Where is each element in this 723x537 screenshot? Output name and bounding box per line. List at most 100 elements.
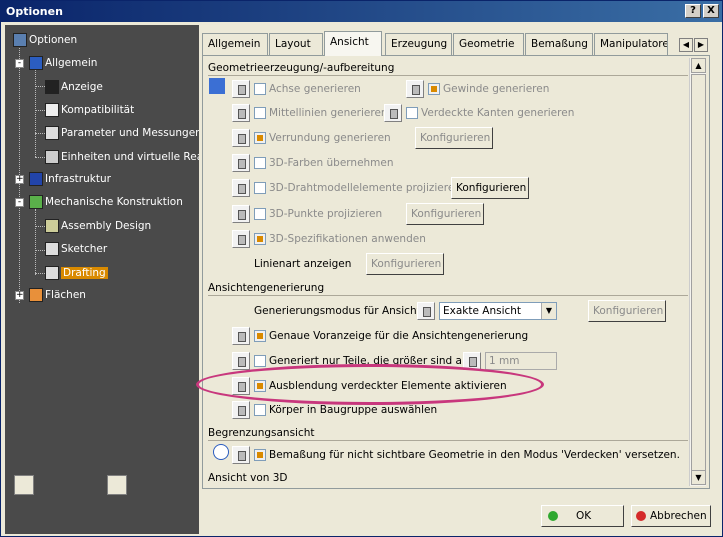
tree-item-flaechen[interactable]: Flächen <box>29 286 86 304</box>
tab-scroll-left-icon[interactable]: ◀ <box>679 38 693 52</box>
configure-wireframe-button[interactable]: Konfigurieren <box>451 177 529 199</box>
tree-item-sketcher[interactable]: Sketcher <box>45 240 107 258</box>
lock-icon[interactable] <box>232 401 250 419</box>
general-icon <box>29 56 43 70</box>
lock-icon[interactable] <box>232 327 250 345</box>
tree-item-infrastruktur[interactable]: Infrastruktur <box>29 170 111 188</box>
reset-settings-icon[interactable] <box>107 475 127 495</box>
expand-icon[interactable]: + <box>15 291 24 300</box>
wireframe-checkbox[interactable] <box>254 182 266 194</box>
options-dialog: Optionen ? X Optionen - Allgemein Anzeig… <box>0 0 723 537</box>
option-3d-colors[interactable]: 3D-Farben übernehmen <box>232 153 394 173</box>
close-button[interactable]: X <box>703 4 719 18</box>
configure-generation-button[interactable]: Konfigurieren <box>588 300 666 322</box>
scroll-down-icon[interactable]: ▼ <box>691 470 706 485</box>
centerlines-checkbox[interactable] <box>254 107 266 119</box>
dimension-hidden-checkbox[interactable] <box>254 449 266 461</box>
thread-checkbox[interactable] <box>428 83 440 95</box>
tree-item-label: Kompatibilität <box>61 104 135 116</box>
tree-item-kompatibilitaet[interactable]: Kompatibilität <box>45 101 134 119</box>
surfaces-icon <box>29 288 43 302</box>
tree-item-mechanische-konstruktion[interactable]: Mechanische Konstruktion <box>29 193 183 211</box>
lock-icon[interactable] <box>232 179 250 197</box>
tree-item-anzeige[interactable]: Anzeige <box>45 78 103 96</box>
lock-icon[interactable] <box>406 80 424 98</box>
collapse-icon[interactable]: - <box>15 59 24 68</box>
bodies-checkbox[interactable] <box>254 404 266 416</box>
tree-item-label: Infrastruktur <box>45 173 111 185</box>
option-wireframe[interactable]: 3D-Drahtmodellelemente projizieren <box>232 178 461 198</box>
lock-icon[interactable] <box>384 104 402 122</box>
lock-icon[interactable] <box>232 154 250 172</box>
tree-item-label: Allgemein <box>45 57 98 69</box>
lock-icon[interactable] <box>417 302 435 320</box>
tab-ansicht[interactable]: Ansicht <box>324 31 382 56</box>
3d-points-checkbox[interactable] <box>254 208 266 220</box>
lock-icon[interactable] <box>232 230 250 248</box>
hidden-edges-checkbox[interactable] <box>406 107 418 119</box>
configure-points-button[interactable]: Konfigurieren <box>406 203 484 225</box>
min-size-value: 1 mm <box>489 355 520 367</box>
options-icon <box>13 33 27 47</box>
tree-footer <box>5 468 199 534</box>
3d-colors-checkbox[interactable] <box>254 157 266 169</box>
expand-icon[interactable]: + <box>15 175 24 184</box>
chevron-down-icon[interactable]: ▼ <box>541 303 556 319</box>
option-thread[interactable]: Gewinde generieren <box>406 79 549 99</box>
option-exact-preview[interactable]: Genaue Voranzeige für die Ansichtengener… <box>232 326 528 346</box>
option-dimension-hidden[interactable]: Bemaßung für nicht sichtbare Geometrie i… <box>232 445 680 465</box>
configure-linetype-button[interactable]: Konfigurieren <box>366 253 444 275</box>
tab-geometrie[interactable]: Geometrie <box>453 33 524 55</box>
tab-allgemein[interactable]: Allgemein <box>202 33 268 55</box>
lock-icon[interactable] <box>232 352 250 370</box>
tree-item-drafting[interactable]: Drafting <box>45 264 108 282</box>
exact-preview-checkbox[interactable] <box>254 330 266 342</box>
assembly-design-icon <box>45 219 59 233</box>
help-button[interactable]: ? <box>685 4 701 18</box>
option-label: 3D-Farben übernehmen <box>269 157 394 169</box>
tab-scroll-right-icon[interactable]: ▶ <box>694 38 708 52</box>
option-label: Verrundung generieren <box>269 132 391 144</box>
option-fillet[interactable]: Verrundung generieren <box>232 128 391 148</box>
cancel-button[interactable]: Abbrechen <box>631 505 711 527</box>
option-3d-spec[interactable]: 3D-Spezifikationen anwenden <box>232 229 426 249</box>
option-centerlines[interactable]: Mittellinien generieren <box>232 103 388 123</box>
scroll-thumb[interactable] <box>691 74 706 472</box>
cancel-icon <box>636 511 646 521</box>
tab-layout[interactable]: Layout <box>269 33 323 55</box>
ansicht-content: Geometrieerzeugung/-aufbereitung Achse g… <box>205 58 689 486</box>
option-hidden-edges[interactable]: Verdeckte Kanten generieren <box>384 103 574 123</box>
lock-icon[interactable] <box>232 446 250 464</box>
tab-manipulatoren[interactable]: Manipulatoren <box>594 33 668 55</box>
axis-checkbox[interactable] <box>254 83 266 95</box>
lock-icon[interactable] <box>232 104 250 122</box>
tree-item-parameter[interactable]: Parameter und Messungen <box>45 124 199 142</box>
scroll-up-icon[interactable]: ▲ <box>691 58 706 73</box>
min-size-spinner[interactable]: 1 mm <box>485 352 557 370</box>
option-3d-points[interactable]: 3D-Punkte projizieren <box>232 204 382 224</box>
lock-icon[interactable] <box>232 205 250 223</box>
option-label: Achse generieren <box>269 83 361 95</box>
generation-mode-select[interactable]: Exakte Ansicht ▼ <box>439 302 557 320</box>
export-settings-icon[interactable] <box>14 475 34 495</box>
vertical-scrollbar[interactable]: ▲ ▼ <box>689 58 706 486</box>
option-label: Verdeckte Kanten generieren <box>421 107 575 119</box>
tree-item-optionen[interactable]: Optionen <box>13 31 77 49</box>
option-axis[interactable]: Achse generieren <box>232 79 361 99</box>
3d-spec-checkbox[interactable] <box>254 233 266 245</box>
lock-icon[interactable] <box>232 80 250 98</box>
tree-item-allgemein[interactable]: Allgemein <box>29 54 97 72</box>
tab-erzeugung[interactable]: Erzeugung <box>385 33 452 55</box>
tree-item-label: Optionen <box>29 34 78 46</box>
ok-button[interactable]: OK <box>541 505 624 527</box>
configure-fillet-button[interactable]: Konfigurieren <box>415 127 493 149</box>
option-label: Gewinde generieren <box>443 83 550 95</box>
tree-item-einheiten[interactable]: Einheiten und virtuelle Realit <box>45 148 199 166</box>
only-parts-checkbox[interactable] <box>254 355 266 367</box>
display-icon <box>45 80 59 94</box>
tab-bemassung[interactable]: Bemaßung <box>525 33 593 55</box>
lock-icon[interactable] <box>232 129 250 147</box>
fillet-checkbox[interactable] <box>254 132 266 144</box>
tree-item-assembly-design[interactable]: Assembly Design <box>45 217 151 235</box>
collapse-icon[interactable]: - <box>15 198 24 207</box>
